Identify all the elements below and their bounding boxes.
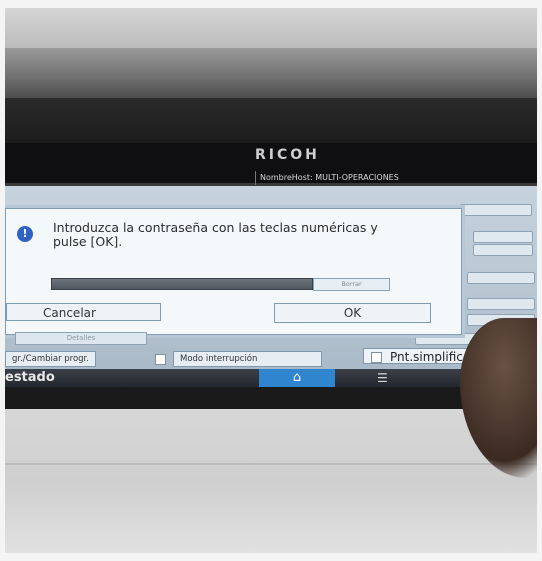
program-button[interactable]: gr./Cambiar progr. [5,351,96,367]
status-label[interactable]: estado [5,369,55,387]
interrupt-mode-button[interactable]: Modo interrupción [173,351,322,367]
printer-upper-shadow [5,48,537,98]
screen-bezel [5,387,537,409]
cancel-button[interactable]: Cancelar [6,303,161,321]
hostname-label: NombreHost: MULTI-OPERACIONES [255,171,537,185]
printer-body [5,409,537,553]
menu-icon[interactable]: ☰ [377,371,388,385]
simplified-checkbox[interactable] [371,352,382,363]
dialog-message: Introduzca la contraseña con las teclas … [53,220,378,249]
ok-button[interactable]: OK [274,303,431,323]
status-bar: estado ⌂ ☰ [5,369,537,387]
printer-dark-band [5,98,537,143]
info-icon: ! [17,226,33,242]
home-icon[interactable]: ⌂ [259,369,335,387]
details-button[interactable]: Detalles [15,332,147,345]
background-button [473,231,533,243]
photo: RICOH NombreHost: MULTI-OPERACIONES ! In… [5,8,537,553]
password-field[interactable] [51,278,313,290]
printer-top-panel [5,8,537,48]
password-dialog: ! Introduzca la contraseña con las tecla… [5,208,462,335]
background-button [467,272,535,284]
interrupt-checkbox[interactable] [155,354,166,365]
background-button [473,244,533,256]
background-button [460,204,532,216]
clear-button[interactable]: Borrar [313,278,390,291]
printer-groove [5,463,537,465]
background-button [467,298,535,310]
brand-logo: RICOH [255,147,320,163]
